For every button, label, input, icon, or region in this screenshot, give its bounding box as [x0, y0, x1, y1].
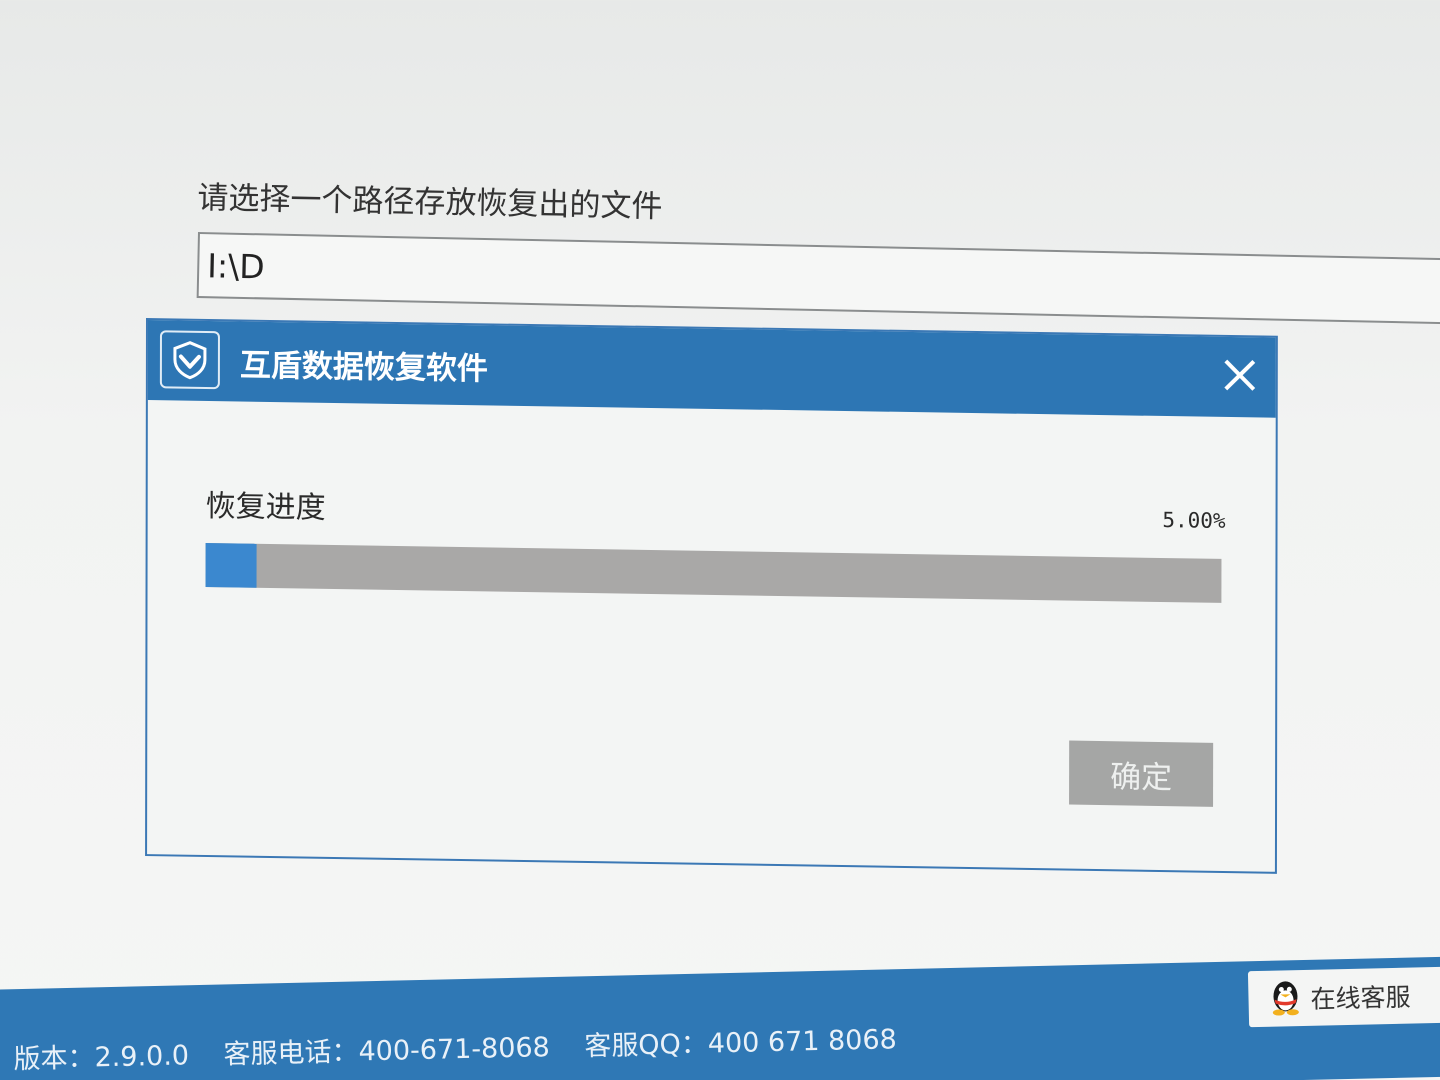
phone-text: 客服电话：400-671-8068 — [223, 1032, 551, 1071]
qq-penguin-icon — [1268, 976, 1303, 1021]
path-input-field[interactable]: I:\D — [196, 232, 1440, 326]
progress-bar — [205, 542, 1222, 603]
shield-icon — [159, 330, 220, 390]
path-prompt-label: 请选择一个路径存放恢复出的文件 — [197, 179, 663, 225]
progress-bar-fill — [205, 542, 257, 588]
version-text: 版本：2.9.0.0 — [13, 1040, 190, 1076]
close-icon[interactable] — [1216, 351, 1264, 400]
progress-label: 恢复进度 — [205, 488, 326, 526]
status-info: 版本：2.9.0.0 客服电话：400-671-8068 客服QQ：400 67… — [13, 1017, 923, 1077]
online-service-button[interactable]: 在线客服 — [1247, 966, 1440, 1028]
qq-text: 客服QQ：400 671 8068 — [584, 1024, 898, 1063]
ok-button[interactable]: 确定 — [1069, 740, 1214, 807]
recovery-progress-dialog: 互盾数据恢复软件 恢复进度 5.00% 确定 — [145, 318, 1278, 874]
progress-percent: 5.00% — [1162, 507, 1226, 533]
dialog-title: 互盾数据恢复软件 — [239, 347, 488, 388]
dialog-body: 恢复进度 5.00% 确定 — [147, 400, 1276, 874]
path-input-value: I:\D — [206, 246, 266, 287]
online-service-label: 在线客服 — [1310, 982, 1411, 1014]
